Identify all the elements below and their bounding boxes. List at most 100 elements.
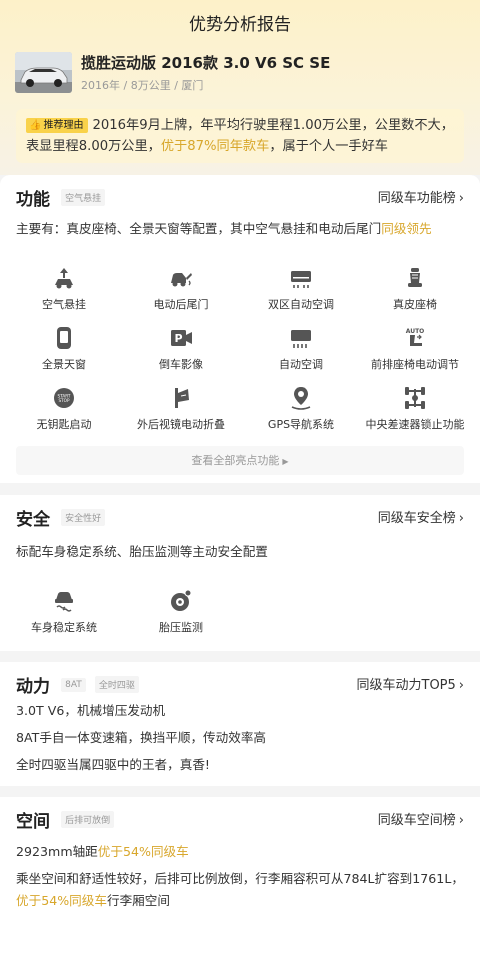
power-title: 动力: [16, 677, 50, 697]
function-summary-text: 主要有：真皮座椅、全景天窗等配置，其中空气悬挂和电动后尾门: [16, 221, 382, 236]
space-ranking-label: 同级车空间榜: [377, 813, 456, 828]
safety-tag: 安全性好: [61, 509, 106, 526]
feature-reverse-camera[interactable]: P 倒车影像: [121, 325, 241, 372]
feature-label: 胎压监测: [159, 621, 203, 634]
feature-label: 空气悬挂: [42, 298, 86, 311]
function-header: 功能 空气悬挂 同级车功能榜 ›: [16, 185, 464, 210]
mirror-fold-icon: [175, 388, 189, 408]
power-card: 动力 8AT 全时四驱 同级车动力TOP5 › 3.0T V6，机械增压发动机 8…: [0, 662, 480, 786]
feature-power-seat[interactable]: AUTO 前排座椅电动调节: [355, 325, 475, 372]
feature-label: 自动空调: [279, 358, 323, 371]
chevron-right-icon: ›: [458, 813, 464, 828]
power-seat-icon: AUTO: [406, 328, 425, 346]
space-description: 乘坐空间和舒适性较好，后排可比例放倒，行李厢容积可从784L扩容到1761L， 优…: [16, 868, 466, 912]
page-title: 优势分析报告: [189, 15, 291, 35]
safety-title: 安全: [16, 510, 50, 530]
feature-dual-zone-ac[interactable]: 双区自动空调: [241, 265, 361, 312]
panoramic-sunroof-icon: [57, 327, 71, 349]
space-description-highlight: 优于54%同级车: [16, 893, 107, 908]
feature-panoramic-sunroof[interactable]: 全景天窗: [4, 325, 124, 372]
tire-pressure-icon: [171, 589, 192, 611]
safety-card: 安全 安全性好 同级车安全榜 › 标配车身稳定系统、胎压监测等主动安全配置 车身稳…: [0, 495, 480, 651]
function-summary-highlight: 同级领先: [381, 221, 432, 236]
space-ranking-link[interactable]: 同级车空间榜 ›: [378, 809, 464, 828]
space-tag: 后排可放倒: [61, 811, 115, 828]
svg-text:STOP: STOP: [58, 398, 70, 403]
safety-summary: 标配车身稳定系统、胎压监测等主动安全配置: [16, 544, 268, 559]
feature-stability-control[interactable]: 车身稳定系统: [4, 588, 124, 635]
power-line: 3.0T V6，机械增压发动机: [16, 703, 166, 718]
feature-gps-nav[interactable]: GPS导航系统: [241, 385, 361, 432]
space-title: 空间: [16, 812, 50, 832]
triangle-right-icon: ▶: [282, 457, 289, 466]
feature-label: 真皮座椅: [393, 298, 437, 311]
feature-label: 全景天窗: [42, 358, 86, 371]
dual-zone-ac-icon: [291, 271, 311, 288]
feature-mirror-fold[interactable]: 外后视镜电动折叠: [121, 385, 241, 432]
recommendation-badge-label: 推荐理由: [43, 120, 84, 131]
svg-text:AUTO: AUTO: [406, 328, 425, 335]
keyless-start-icon: STARTSTOP: [54, 388, 74, 408]
feature-air-suspension[interactable]: 空气悬挂: [4, 265, 124, 312]
feature-label: GPS导航系统: [267, 418, 335, 431]
recommendation-box: 👍 推荐理由 2016年9月上牌，年平均行驶里程1.00万公里，公里数不大，表显里程…: [16, 109, 464, 163]
chevron-right-icon: ›: [458, 511, 464, 526]
air-suspension-icon: [55, 268, 73, 289]
auto-ac-icon: [291, 330, 311, 348]
space-wheelbase-text: 2923mm轴距: [16, 844, 98, 859]
feature-label: 中央差速器锁止功能: [365, 418, 465, 431]
function-tag: 空气悬挂: [61, 189, 106, 206]
safety-ranking-label: 同级车安全榜: [377, 511, 456, 526]
space-description-text: 乘坐空间和舒适性较好，后排可比例放倒，行李厢容积可从784L扩容到1761L，: [16, 871, 464, 886]
space-description-end: 行李厢空间: [106, 893, 170, 908]
power-line: 8AT手自一体变速箱，换挡平顺，传动效率高: [16, 730, 267, 745]
safety-ranking-link[interactable]: 同级车安全榜 ›: [378, 507, 464, 526]
power-ranking-link[interactable]: 同级车动力TOP5 ›: [357, 674, 465, 693]
recommendation-badge: 👍 推荐理由: [26, 118, 89, 133]
leather-seat-icon: [408, 268, 422, 287]
power-tailgate-icon: [171, 273, 192, 287]
feature-diff-lock[interactable]: 中央差速器锁止功能: [355, 385, 475, 432]
feature-label: 倒车影像: [159, 358, 203, 371]
gps-nav-icon: [291, 387, 311, 410]
safety-header: 安全 安全性好 同级车安全榜 ›: [16, 505, 464, 530]
feature-label: 车身稳定系统: [31, 621, 97, 634]
power-tag-transmission: 8AT: [61, 677, 86, 692]
chevron-right-icon: ›: [458, 191, 464, 206]
feature-power-tailgate[interactable]: 电动后尾门: [121, 265, 241, 312]
car-name: 揽胜运动版 2016款 3.0 V6 SC SE: [81, 54, 331, 72]
space-header: 空间 后排可放倒 同级车空间榜 ›: [16, 807, 464, 832]
feature-label: 电动后尾门: [153, 298, 209, 311]
chevron-right-icon: ›: [458, 678, 464, 693]
feature-label: 双区自动空调: [268, 298, 334, 311]
space-card: 空间 后排可放倒 同级车空间榜 › 2923mm轴距优于54%同级车 乘坐空间和舒…: [0, 797, 480, 967]
car-meta: 2016年 / 8万公里 / 厦门: [81, 79, 204, 92]
view-all-features-button[interactable]: 查看全部亮点功能 ▶: [16, 446, 464, 475]
thumbs-up-icon: 👍: [29, 120, 42, 131]
feature-tire-pressure[interactable]: 胎压监测: [121, 588, 241, 635]
feature-label: 前排座椅电动调节: [371, 358, 459, 371]
function-card: 功能 空气悬挂 同级车功能榜 › 主要有：真皮座椅、全景天窗等配置，其中空气悬挂和…: [0, 175, 480, 483]
car-thumbnail: [15, 52, 72, 93]
space-wheelbase: 2923mm轴距优于54%同级车: [16, 841, 466, 863]
diff-lock-icon: [405, 387, 425, 409]
svg-text:P: P: [174, 332, 182, 345]
feature-label: 外后视镜电动折叠: [137, 418, 225, 431]
power-tag-drive: 全时四驱: [94, 676, 139, 693]
feature-keyless-start[interactable]: START STOP 无钥匙启动: [4, 385, 124, 432]
function-summary: 主要有：真皮座椅、全景天窗等配置，其中空气悬挂和电动后尾门同级领先: [16, 218, 466, 240]
function-ranking-link[interactable]: 同级车功能榜 ›: [378, 187, 464, 206]
stability-control-icon: [55, 592, 73, 612]
feature-auto-ac[interactable]: 自动空调: [241, 325, 361, 372]
view-all-features-label: 查看全部亮点功能: [191, 454, 280, 467]
feature-leather-seat[interactable]: 真皮座椅: [355, 265, 475, 312]
power-ranking-label: 同级车动力TOP5: [356, 678, 456, 693]
power-line: 全时四驱当属四驱中的王者，真香!: [16, 757, 210, 772]
report-header: 优势分析报告 揽胜运动版 2016款 3.0 V6 SC SE 2016年 / …: [0, 0, 480, 175]
function-title: 功能: [16, 190, 50, 210]
recommendation-text-end: ，属于个人一手好车: [269, 139, 388, 154]
recommendation-highlight: 优于87%同年款车: [160, 139, 270, 154]
feature-label: 无钥匙启动: [36, 418, 92, 431]
power-header: 动力 8AT 全时四驱 同级车动力TOP5 ›: [16, 672, 465, 697]
reverse-camera-icon: P: [171, 330, 192, 346]
